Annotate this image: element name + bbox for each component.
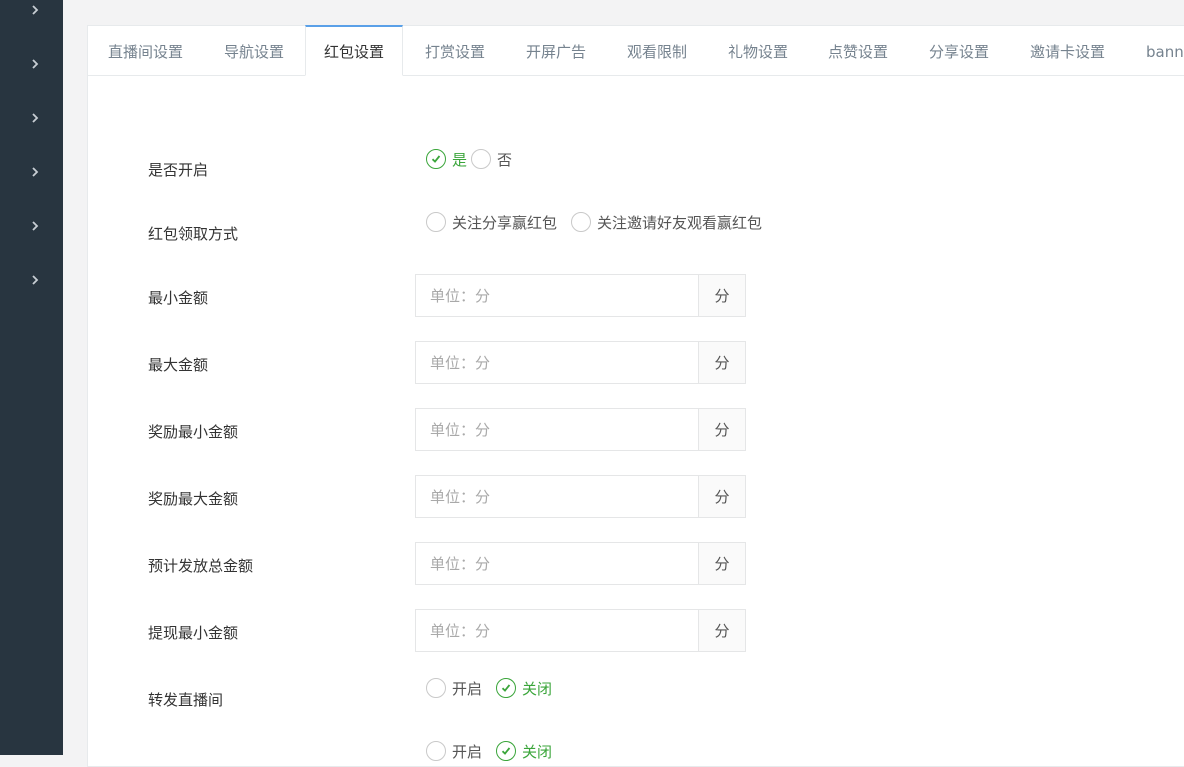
max-amount-label: 最大金额 — [148, 356, 209, 374]
sidebar — [0, 0, 63, 755]
min-amount-input-group: 分 — [415, 274, 746, 317]
unit-addon: 分 — [699, 475, 746, 518]
enable-yes-radio[interactable]: 是 — [426, 149, 467, 170]
unit-addon: 分 — [699, 408, 746, 451]
reward-min-input[interactable] — [415, 408, 699, 451]
tab-navigation-settings[interactable]: 导航设置 — [224, 26, 284, 75]
method-label: 红包领取方式 — [148, 225, 239, 243]
reward-max-label: 奖励最大金额 — [148, 490, 239, 508]
chevron-right-icon[interactable] — [28, 57, 42, 71]
unit-addon: 分 — [699, 274, 746, 317]
forward-off-radio[interactable]: 关闭 — [496, 678, 552, 699]
unit-addon: 分 — [699, 609, 746, 652]
chevron-right-icon[interactable] — [28, 111, 42, 125]
reward-max-input[interactable] — [415, 475, 699, 518]
check-icon — [496, 678, 517, 698]
total-budget-input[interactable] — [415, 542, 699, 585]
extra-off-radio[interactable]: 关闭 — [496, 741, 552, 762]
tab-like-settings[interactable]: 点赞设置 — [828, 26, 888, 75]
reward-min-label: 奖励最小金额 — [148, 423, 239, 441]
check-icon — [496, 741, 517, 761]
method-follow-share-radio[interactable]: 关注分享赢红包 — [426, 212, 557, 233]
reward-min-input-group: 分 — [415, 408, 746, 451]
check-icon — [426, 149, 446, 169]
withdraw-min-input-group: 分 — [415, 609, 746, 652]
chevron-right-icon[interactable] — [28, 273, 42, 287]
settings-panel: 直播间设置 导航设置 红包设置 打赏设置 开屏广告 观看限制 礼物设置 点赞设置… — [87, 25, 1184, 767]
chevron-right-icon[interactable] — [28, 219, 42, 233]
unit-addon: 分 — [699, 341, 746, 384]
forward-on-radio[interactable]: 开启 — [426, 678, 482, 699]
enable-radio-group: 是 否 — [426, 147, 526, 171]
tab-splash-ad[interactable]: 开屏广告 — [526, 26, 586, 75]
reward-max-input-group: 分 — [415, 475, 746, 518]
main-content: 直播间设置 导航设置 红包设置 打赏设置 开屏广告 观看限制 礼物设置 点赞设置… — [63, 0, 1184, 767]
total-budget-label: 预计发放总金额 — [148, 557, 254, 575]
method-radio-group: 关注分享赢红包 关注邀请好友观看赢红包 — [426, 210, 776, 234]
tab-red-packet-settings[interactable]: 红包设置 — [305, 25, 404, 76]
chevron-right-icon[interactable] — [28, 3, 42, 17]
tab-gift-settings[interactable]: 礼物设置 — [728, 26, 788, 75]
tab-share-settings[interactable]: 分享设置 — [929, 26, 989, 75]
max-amount-input-group: 分 — [415, 341, 746, 384]
total-budget-input-group: 分 — [415, 542, 746, 585]
chevron-right-icon[interactable] — [28, 165, 42, 179]
tab-viewing-restriction[interactable]: 观看限制 — [627, 26, 687, 75]
unit-addon: 分 — [699, 542, 746, 585]
enable-label: 是否开启 — [148, 161, 209, 179]
max-amount-input[interactable] — [415, 341, 699, 384]
method-follow-invite-radio[interactable]: 关注邀请好友观看赢红包 — [571, 212, 762, 233]
tab-live-room-settings[interactable]: 直播间设置 — [108, 26, 183, 75]
withdraw-min-label: 提现最小金额 — [148, 624, 239, 642]
tab-tipping-settings[interactable]: 打赏设置 — [425, 26, 485, 75]
forward-label: 转发直播间 — [148, 691, 224, 709]
extra-on-radio[interactable]: 开启 — [426, 741, 482, 762]
withdraw-min-input[interactable] — [415, 609, 699, 652]
extra-radio-group: 开启 关闭 — [426, 739, 566, 763]
enable-no-radio[interactable]: 否 — [471, 149, 512, 170]
tab-banner[interactable]: bann — [1146, 26, 1184, 75]
forward-radio-group: 开启 关闭 — [426, 676, 566, 700]
min-amount-label: 最小金额 — [148, 289, 209, 307]
tab-invite-card-settings[interactable]: 邀请卡设置 — [1030, 26, 1105, 75]
min-amount-input[interactable] — [415, 274, 699, 317]
tab-bar: 直播间设置 导航设置 红包设置 打赏设置 开屏广告 观看限制 礼物设置 点赞设置… — [88, 25, 1184, 76]
